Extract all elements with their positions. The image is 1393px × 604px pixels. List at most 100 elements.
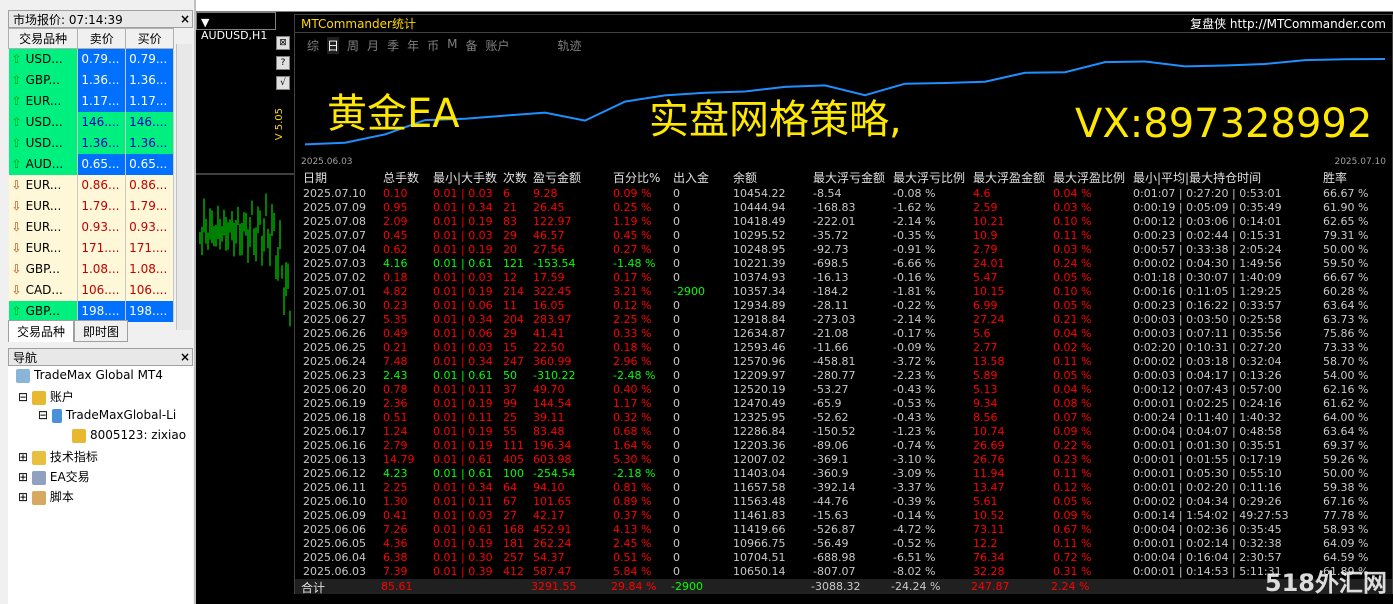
stats-tab[interactable]: 综 [307, 37, 319, 54]
column-header: 百分比% [613, 171, 661, 185]
symbol-cell[interactable]: ⇩ GBP... [8, 258, 79, 280]
table-cell: 0 [673, 537, 680, 550]
symbol-cell[interactable]: ⇧ USD... [8, 48, 79, 70]
server-icon [51, 408, 62, 423]
bid-cell[interactable]: 146.... [77, 111, 127, 133]
table-cell: 196.34 [533, 439, 572, 452]
table-cell: 0 [673, 327, 680, 340]
bid-cell[interactable]: 198.... [77, 300, 127, 322]
tab-tick-chart[interactable]: 即时图 [74, 320, 129, 342]
ask-cell[interactable]: 171.... [125, 237, 174, 259]
market-watch-scrollbar[interactable] [176, 44, 192, 330]
bid-cell[interactable]: 0.79... [77, 48, 127, 70]
close-icon[interactable]: × [178, 350, 192, 364]
symbol-cell[interactable]: ⇧ GBP... [8, 300, 79, 322]
ask-cell[interactable]: 1.08... [125, 258, 174, 280]
table-cell: -0.43 % [893, 411, 936, 424]
ask-cell[interactable]: 0.65... [125, 153, 174, 175]
symbol-label: GBP... [25, 262, 60, 276]
ask-cell[interactable]: 0.86... [125, 174, 174, 196]
stats-tab[interactable]: 季 [387, 37, 399, 54]
market-watch-row[interactable]: ⇧ AUD... 0.65... 0.65... [8, 153, 174, 175]
bid-cell[interactable]: 0.93... [77, 216, 127, 238]
stats-tab[interactable]: 日 [327, 37, 340, 54]
stats-tab[interactable]: 月 [367, 37, 379, 54]
symbol-cell[interactable]: ⇧ EUR... [8, 90, 79, 112]
market-watch-row[interactable]: ⇧ USD... 146.... 146.... [8, 111, 174, 133]
tree-accounts[interactable]: ⊟ 账户 [18, 388, 74, 405]
bid-cell[interactable]: 1.17... [77, 90, 127, 112]
symbol-cell[interactable]: ⇩ EUR... [8, 216, 79, 238]
chart-tab[interactable]: ▼ AUDUSD,H1 [196, 12, 276, 42]
stats-tab[interactable]: 币 [427, 37, 439, 54]
symbol-cell[interactable]: ⇧ USD... [8, 132, 79, 154]
market-watch-row[interactable]: ⇧ EUR... 1.17... 1.17... [8, 90, 174, 112]
symbol-cell[interactable]: ⇩ EUR... [8, 237, 79, 259]
bid-cell[interactable]: 0.65... [77, 153, 127, 175]
ask-cell[interactable]: 0.93... [125, 216, 174, 238]
symbol-cell[interactable]: ⇧ AUD... [8, 153, 79, 175]
help-icon[interactable]: ? [276, 56, 290, 70]
market-watch-row[interactable]: ⇩ GBP... 1.08... 1.08... [8, 258, 174, 280]
stats-tab[interactable]: 轨迹 [558, 37, 582, 54]
stats-tab[interactable]: 年 [407, 37, 419, 54]
table-cell: 0:00:01 | 0:02:25 | 0:24:16 [1133, 397, 1282, 410]
market-watch-row[interactable]: ⇩ EUR... 0.86... 0.86... [8, 174, 174, 196]
symbol-cell[interactable]: ⇧ USD... [8, 111, 79, 133]
brand-url[interactable]: http://MTCommander.com [1230, 17, 1386, 31]
tree-accounts-label: 账户 [49, 390, 74, 404]
stats-tab[interactable]: 备 [465, 37, 477, 54]
symbol-cell[interactable]: ⇩ CAD... [8, 279, 79, 301]
ask-cell[interactable]: 1.36... [125, 69, 174, 91]
tree-indicators[interactable]: ⊞ 技术指标 [18, 448, 98, 465]
stats-tab[interactable]: M [447, 37, 457, 54]
symbol-cell[interactable]: ⇧ GBP... [8, 69, 79, 91]
market-watch-row[interactable]: ⇩ EUR... 171.... 171.... [8, 237, 174, 259]
tree-root[interactable]: TradeMax Global MT4 [16, 368, 163, 383]
market-watch-row[interactable]: ⇧ USD... 0.79... 0.79... [8, 48, 174, 70]
stats-tab[interactable]: 账户 [485, 37, 509, 54]
symbol-cell[interactable]: ⇩ EUR... [8, 174, 79, 196]
table-row: 2025.07.07 0.45 0.01 | 0.03 29 46.57 0.45 % 0 1… [299, 229, 1389, 243]
table-cell: -8.54 [813, 187, 842, 200]
ask-cell[interactable]: 0.79... [125, 48, 174, 70]
bid-cell[interactable]: 1.36... [77, 69, 127, 91]
table-cell: 0.41 [383, 509, 408, 522]
table-cell: -0.52 % [893, 537, 936, 550]
tab-symbols[interactable]: 交易品种 [8, 320, 75, 342]
table-cell: 10.15 [973, 285, 1005, 298]
bid-cell[interactable]: 0.86... [77, 174, 127, 196]
bid-cell[interactable]: 1.08... [77, 258, 127, 280]
market-watch-row[interactable]: ⇧ GBP... 1.36... 1.36... [8, 69, 174, 91]
bid-cell[interactable]: 171.... [77, 237, 127, 259]
market-watch-row[interactable]: ⇩ EUR... 1.79... 1.79... [8, 195, 174, 217]
market-watch-row[interactable]: ⇧ GBP... 198.... 198.... [8, 300, 174, 322]
ask-cell[interactable]: 106.... [125, 279, 174, 301]
col-ask[interactable]: 买价 [125, 28, 174, 49]
ask-cell[interactable]: 198.... [125, 300, 174, 322]
ask-cell[interactable]: 146.... [125, 111, 174, 133]
check-icon[interactable]: √ [276, 76, 290, 90]
table-cell: 54.00 % [1323, 369, 1369, 382]
bid-cell[interactable]: 106.... [77, 279, 127, 301]
tree-scripts[interactable]: ⊞ 脚本 [18, 488, 74, 505]
table-cell: 0 [673, 369, 680, 382]
tree-server[interactable]: ⊟ TradeMaxGlobal-Li [38, 408, 176, 423]
tree-ea[interactable]: ⊞ EA交易 [18, 468, 90, 485]
bid-cell[interactable]: 1.36... [77, 132, 127, 154]
close-icon[interactable]: × [178, 12, 192, 26]
col-symbol[interactable]: 交易品种 [7, 28, 79, 49]
market-watch-row[interactable]: ⇧ USD... 1.36... 1.36... [8, 132, 174, 154]
restore-icon[interactable]: ⊠ [276, 36, 290, 50]
ask-cell[interactable]: 1.17... [125, 90, 174, 112]
tree-account[interactable]: 8005123: zixiao [72, 428, 186, 443]
table-cell: 2025.06.18 [303, 411, 366, 424]
ask-cell[interactable]: 1.36... [125, 132, 174, 154]
symbol-cell[interactable]: ⇩ EUR... [8, 195, 79, 217]
ask-cell[interactable]: 1.79... [125, 195, 174, 217]
market-watch-row[interactable]: ⇩ EUR... 0.93... 0.93... [8, 216, 174, 238]
col-bid[interactable]: 卖价 [77, 28, 127, 49]
market-watch-row[interactable]: ⇩ CAD... 106.... 106.... [8, 279, 174, 301]
bid-cell[interactable]: 1.79... [77, 195, 127, 217]
stats-tab[interactable]: 周 [347, 37, 359, 54]
